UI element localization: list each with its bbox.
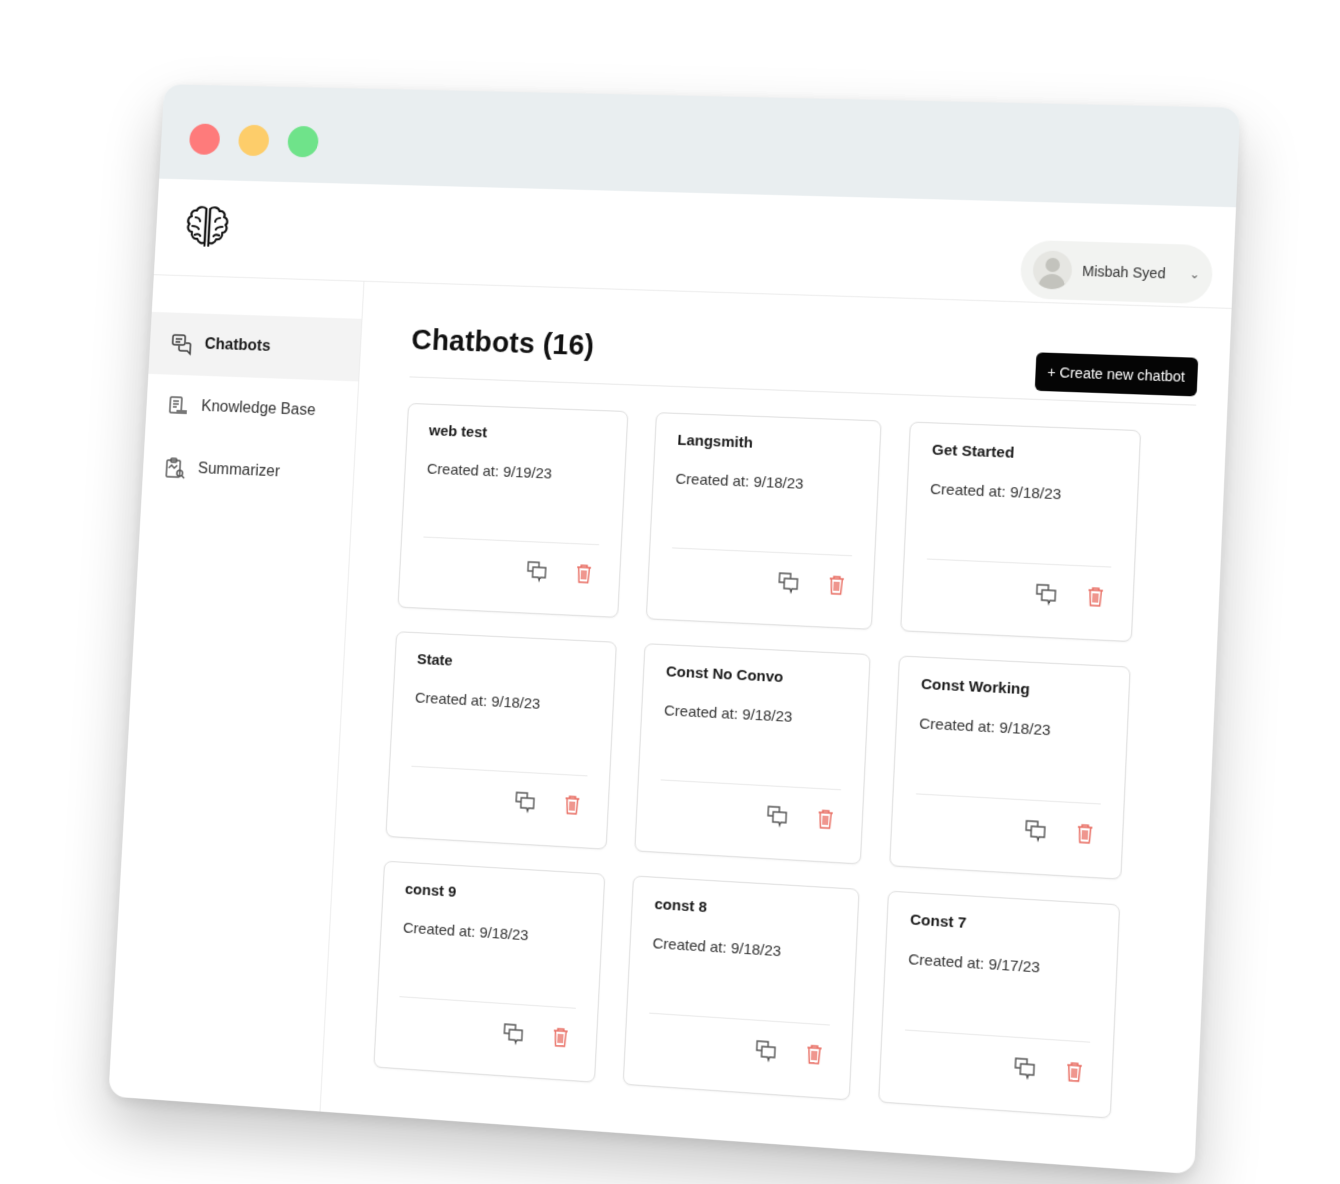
card-divider [399,996,576,1009]
main-content: Chatbots (16) + Create new chatbot web t… [320,282,1231,1175]
chatbot-name: State [416,651,454,670]
chat-icon[interactable] [776,570,801,595]
card-divider [672,547,853,557]
card-divider [926,558,1112,568]
chatbot-card[interactable]: Get Started Created at: 9/18/23 [900,421,1142,643]
chatbot-created-date: Created at: 9/18/23 [402,919,529,945]
card-divider [423,536,600,546]
trash-icon[interactable] [824,572,849,597]
sidebar-item-summarizer[interactable]: Summarizer [141,436,354,507]
user-menu-button[interactable]: Misbah Syed ⌄ [1019,239,1214,305]
chatbot-card[interactable]: const 8 Created at: 9/18/23 [622,875,860,1101]
chatbot-name: Const 7 [909,911,967,933]
sidebar: Chatbots Knowledge Base Summarizer [108,275,365,1112]
user-avatar-icon [1032,250,1073,290]
browser-window: Misbah Syed ⌄ Chatbots Knowledge Base Su… [108,84,1241,1175]
card-divider [411,765,588,777]
chat-icon[interactable] [753,1038,778,1064]
screenshot-stage: Misbah Syed ⌄ Chatbots Knowledge Base Su… [0,0,1340,1184]
trash-icon[interactable] [548,1024,573,1050]
chatbot-created-date: Created at: 9/18/23 [652,935,782,961]
chat-icon[interactable] [524,559,549,584]
chatbot-card[interactable]: Const Working Created at: 9/18/23 [889,655,1131,880]
chatbot-created-date: Created at: 9/19/23 [426,460,553,483]
card-divider [915,793,1101,805]
chatbot-card[interactable]: State Created at: 9/18/23 [385,631,617,850]
page-title: Chatbots (16) [410,324,595,363]
chatbot-card[interactable]: const 9 Created at: 9/18/23 [373,860,606,1083]
chatbot-created-date: Created at: 9/18/23 [414,689,541,713]
document-stack-icon [167,394,187,418]
chat-bubbles-icon [170,332,194,356]
trash-icon[interactable] [1072,820,1098,846]
chatbot-created-date: Created at: 9/18/23 [929,480,1062,504]
chatbot-name: Get Started [931,441,1015,462]
chat-icon[interactable] [1022,818,1048,844]
chatbot-created-date: Created at: 9/18/23 [663,702,793,726]
sidebar-item-label: Knowledge Base [200,398,316,420]
chatbot-name: Const Working [920,675,1031,699]
brain-icon[interactable] [179,201,235,257]
chatbot-name: web test [428,422,488,442]
chat-icon[interactable] [764,803,789,829]
chatbot-name: const 9 [404,880,457,901]
card-divider [904,1029,1091,1043]
chatbot-name: const 8 [654,895,708,917]
chatbot-name: Langsmith [677,431,754,452]
trash-icon[interactable] [1061,1058,1087,1084]
chatbot-name: Const No Convo [665,663,784,687]
card-divider [649,1012,830,1026]
chatbot-card[interactable]: Const 7 Created at: 9/17/23 [878,890,1121,1119]
sidebar-item-chatbots[interactable]: Chatbots [148,311,362,382]
minimize-window-button[interactable] [237,124,270,157]
chatbot-grid: web test Created at: 9/19/23 Langsmith C… [373,402,1195,1122]
trash-icon[interactable] [560,792,585,817]
trash-icon[interactable] [1083,584,1109,610]
close-window-button[interactable] [188,123,221,156]
card-divider [660,779,841,791]
maximize-window-button[interactable] [287,125,320,158]
create-chatbot-button[interactable]: + Create new chatbot [1034,351,1199,396]
trash-icon[interactable] [802,1041,827,1067]
sidebar-item-knowledge-base[interactable]: Knowledge Base [145,374,358,444]
chatbot-card[interactable]: Langsmith Created at: 9/18/23 [645,412,882,630]
trash-icon[interactable] [571,561,596,586]
chatbot-card[interactable]: Const No Convo Created at: 9/18/23 [634,643,871,865]
chat-icon[interactable] [1033,581,1059,606]
chat-icon[interactable] [501,1021,526,1047]
sidebar-item-label: Chatbots [204,336,271,355]
chatbot-created-date: Created at: 9/18/23 [675,470,804,493]
chatbot-created-date: Created at: 9/18/23 [918,715,1052,740]
chatbot-created-date: Created at: 9/17/23 [907,950,1041,977]
chevron-down-icon: ⌄ [1189,266,1201,282]
user-name: Misbah Syed [1081,262,1166,282]
sidebar-item-label: Summarizer [197,460,281,481]
chat-icon[interactable] [1012,1055,1038,1081]
chatbot-card[interactable]: web test Created at: 9/19/23 [397,402,629,618]
chat-icon[interactable] [513,789,538,814]
trash-icon[interactable] [813,806,838,832]
clipboard-search-icon [163,456,187,480]
